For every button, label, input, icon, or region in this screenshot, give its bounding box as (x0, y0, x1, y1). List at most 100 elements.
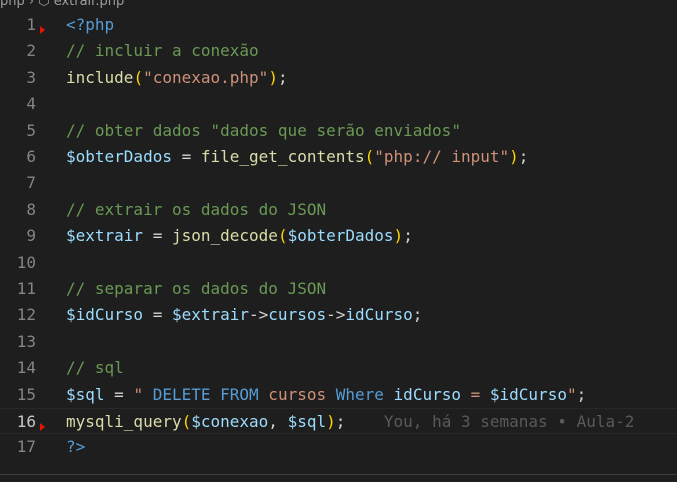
code-line[interactable]: 3 include("conexao.php"); (0, 65, 677, 91)
code-token: ?> (66, 437, 86, 457)
code-token: = (460, 384, 490, 404)
code-token: json_decode (171, 226, 278, 246)
code-token: $sql (66, 384, 105, 404)
line-number: 3 (26, 67, 36, 87)
code-line[interactable]: 8 // extrair os dados do JSON (0, 197, 677, 223)
code-line[interactable]: 11 // separar os dados do JSON (0, 276, 677, 302)
code-line[interactable]: 13 (0, 329, 677, 355)
code-token: $idCurso (66, 305, 144, 325)
code-text[interactable]: <?php (66, 12, 114, 38)
code-token: // incluir a conexão (66, 41, 259, 61)
code-text[interactable]: $sql = " DELETE FROM cursos Where idCurs… (66, 382, 586, 408)
line-number: 17 (16, 437, 36, 457)
code-token: , (268, 412, 288, 431)
line-number: 7 (26, 173, 36, 193)
code-token: ( (133, 67, 144, 87)
code-token: $idCurso (489, 384, 567, 404)
line-number: 6 (26, 147, 36, 166)
line-number: 12 (16, 305, 36, 325)
code-line[interactable]: 5 // obter dados "dados que serão enviado… (0, 118, 677, 144)
line-number: 5 (26, 120, 36, 140)
line-number: 10 (16, 252, 36, 272)
code-line[interactable]: 14 // sql (0, 355, 677, 381)
code-token: " (566, 384, 577, 404)
code-token: ( (364, 147, 375, 166)
code-token: file_get_contents (200, 147, 365, 166)
code-token: cursos (258, 384, 336, 404)
code-token: idCurso (345, 305, 413, 325)
code-line[interactable]: 10 (0, 250, 677, 276)
code-token: ( (181, 412, 192, 431)
code-token: $conexao (191, 412, 269, 431)
line-number: 8 (26, 199, 36, 219)
code-token: ; (412, 305, 423, 325)
code-line[interactable]: 6 $obterDados = file_get_contents("php://… (0, 144, 677, 170)
line-number: 13 (16, 331, 36, 351)
line-number: 2 (26, 41, 36, 61)
code-token: ) (326, 412, 336, 431)
git-blame-annotation: You, há 3 semanas • Aula-2 (345, 412, 635, 431)
code-token: ; (277, 67, 288, 87)
code-token: = (143, 226, 172, 246)
code-token: <?php (66, 15, 115, 34)
code-token: mysqli_query (66, 412, 182, 431)
code-token: // obter dados "dados que serão enviados… (66, 120, 461, 140)
code-token: cursos (268, 305, 327, 325)
code-line[interactable]: 16 mysqli_query($conexao, $sql); You, há … (0, 408, 677, 435)
code-token: ; (403, 226, 413, 246)
line-number: 16 (16, 412, 36, 431)
code-line[interactable]: 7 (0, 170, 677, 196)
code-token: -> (249, 305, 269, 325)
code-text[interactable]: include("conexao.php"); (66, 65, 288, 91)
code-line[interactable]: 17 ?> (0, 434, 677, 460)
code-token: ; (518, 147, 529, 166)
code-token: ) (509, 147, 519, 166)
code-token: ; (576, 384, 587, 404)
line-number: 4 (26, 94, 36, 114)
line-number: 11 (16, 279, 36, 298)
code-token: $obterDados (66, 147, 172, 166)
code-text[interactable]: // separar os dados do JSON (66, 276, 326, 302)
code-line[interactable]: 2 // incluir a conexão (0, 38, 677, 64)
code-line[interactable]: 4 (0, 91, 677, 117)
code-text[interactable]: ?> (66, 434, 85, 460)
code-token: $obterDados (287, 226, 394, 246)
code-token: = (104, 384, 134, 404)
line-number: 15 (16, 384, 36, 404)
code-text[interactable]: // obter dados "dados que serão enviados… (66, 118, 461, 144)
code-text[interactable]: // sql (66, 355, 124, 381)
code-token: $extrair (66, 226, 144, 246)
code-line[interactable]: 9 $extrair = json_decode($obterDados); (0, 223, 677, 249)
breakpoint-marker-icon[interactable] (40, 26, 45, 34)
code-line[interactable]: 1 <?php (0, 12, 677, 38)
code-token: = (143, 305, 172, 325)
code-text[interactable]: // incluir a conexão (66, 38, 259, 64)
code-token: "conexao.php" (143, 67, 269, 87)
breadcrumb[interactable]: php › ⬡ extrair.php (0, 0, 677, 10)
code-token: ; (335, 412, 346, 431)
code-text[interactable]: $idCurso = $extrair->cursos->idCurso; (66, 302, 422, 328)
code-token: $sql (287, 412, 327, 431)
code-token: include (66, 67, 134, 87)
code-line[interactable]: 15 $sql = " DELETE FROM cursos Where idCu… (0, 382, 677, 408)
line-number: 1 (26, 15, 36, 34)
code-token: " (133, 384, 153, 404)
code-token: Where (335, 384, 384, 404)
code-text[interactable]: $extrair = json_decode($obterDados); (66, 223, 413, 249)
line-number: 9 (26, 226, 36, 246)
code-token: ) (393, 226, 404, 246)
line-number: 14 (16, 358, 36, 378)
code-token: -> (326, 305, 346, 325)
code-text[interactable]: // extrair os dados do JSON (66, 197, 326, 223)
code-text[interactable]: mysqli_query($conexao, $sql); You, há 3 … (66, 409, 634, 435)
code-editor[interactable]: 1 <?php 2// incluir a conexão 3 include("con… (0, 12, 677, 474)
code-text[interactable]: $obterDados = file_get_contents("php:// … (66, 144, 528, 170)
code-line[interactable]: 12 $idCurso = $extrair->cursos->idCurso; (0, 302, 677, 328)
code-token: $extrair (171, 305, 250, 325)
code-token: "php:// input" (374, 147, 510, 166)
code-token: = (171, 147, 201, 166)
code-token: idCurso (393, 384, 461, 404)
code-token: // separar os dados do JSON (66, 279, 327, 298)
breakpoint-marker-icon[interactable] (40, 423, 45, 431)
